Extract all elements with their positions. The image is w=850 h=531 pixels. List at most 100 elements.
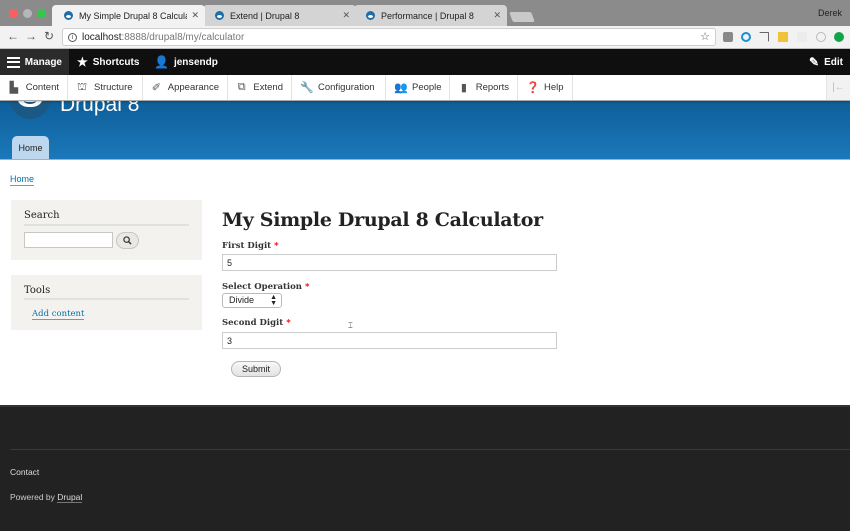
first-digit-label: First Digit *: [222, 241, 279, 251]
search-block: Search: [11, 200, 202, 260]
first-digit-label-text: First Digit: [222, 241, 272, 251]
page-title: My Simple Drupal 8 Calculator: [222, 209, 543, 231]
powered-by-text: Powered by: [10, 492, 58, 502]
new-tab-button[interactable]: [509, 12, 535, 22]
operation-select[interactable]: Divide ▲ ▼: [222, 293, 282, 308]
url-host: localhost: [82, 31, 122, 43]
tray-item-label: Reports: [475, 82, 509, 93]
second-digit-label: Second Digit *: [222, 318, 291, 328]
star-icon: ★: [77, 55, 88, 69]
toolbar-shortcuts[interactable]: ★ Shortcuts: [70, 49, 146, 75]
drupal-favicon-icon: [64, 11, 73, 20]
tray-orientation-toggle[interactable]: |←: [826, 75, 850, 100]
people-icon: 👥: [394, 82, 408, 94]
search-input[interactable]: [24, 232, 113, 248]
cast-icon[interactable]: [759, 32, 769, 42]
reports-icon: ▮: [460, 82, 467, 94]
toolbar-user-label: jensendp: [173, 56, 218, 68]
configuration-icon: 🔧: [300, 82, 314, 94]
tab-title: Performance | Drupal 8: [381, 10, 474, 21]
forward-arrow-icon[interactable]: →: [24, 29, 38, 43]
breadcrumb-home[interactable]: Home: [10, 174, 35, 186]
tray-item-label: Extend: [253, 82, 283, 93]
browser-tab-calculator[interactable]: My Simple Drupal 8 Calculator ✕: [52, 5, 205, 26]
structure-icon: ⛫: [76, 80, 88, 93]
bookmark-star-icon[interactable]: ☆: [700, 30, 710, 43]
add-content-link[interactable]: Add content: [32, 309, 85, 320]
pencil-icon: ✎: [809, 55, 820, 69]
required-marker: *: [274, 241, 279, 251]
window-close-button[interactable]: [9, 9, 18, 18]
toolbar-edit[interactable]: ✎ Edit: [802, 49, 850, 75]
address-bar[interactable]: i localhost:8888/drupal8/my/calculator ☆: [62, 28, 716, 46]
dots-ext-icon[interactable]: [816, 32, 826, 42]
tray-item-help[interactable]: ❓ Help: [518, 75, 573, 100]
tray-item-label: People: [412, 82, 442, 93]
tray-item-people[interactable]: 👥 People: [386, 75, 450, 100]
browser-tab-performance[interactable]: Performance | Drupal 8 ✕: [354, 5, 507, 26]
toolbar-shortcuts-label: Shortcuts: [92, 56, 140, 68]
drupal-favicon-icon: [215, 11, 224, 20]
drupal-link[interactable]: Drupal: [57, 492, 83, 503]
required-marker: *: [305, 282, 310, 292]
blank-ext-icon[interactable]: [797, 32, 807, 42]
tab-title: My Simple Drupal 8 Calculator: [79, 10, 187, 21]
search-button[interactable]: [116, 232, 139, 249]
toolbar-manage[interactable]: Manage: [0, 49, 69, 75]
operation-selected-value: Divide: [229, 295, 255, 305]
tray-item-structure[interactable]: ⛫ Structure: [68, 75, 143, 100]
tab-close-icon[interactable]: ✕: [191, 10, 199, 21]
window-minimize-button[interactable]: [23, 9, 32, 18]
tab-close-icon[interactable]: ✕: [493, 10, 501, 21]
browser-tab-extend[interactable]: Extend | Drupal 8 ✕: [203, 5, 356, 26]
text-cursor-icon: ⌶: [348, 321, 353, 330]
footer-divider: [10, 449, 850, 450]
window-maximize-button[interactable]: [37, 9, 46, 18]
help-icon: ❓: [526, 82, 540, 94]
circle-o-icon[interactable]: [741, 32, 751, 42]
tray-item-extend[interactable]: ⧉ Extend: [228, 75, 292, 100]
reload-icon[interactable]: ↻: [42, 29, 56, 43]
site-name[interactable]: Drupal 8: [60, 101, 139, 117]
powered-by: Powered by Drupal: [10, 492, 83, 503]
content-icon: ▙: [9, 82, 19, 94]
contact-link[interactable]: Contact: [10, 467, 39, 477]
browser-tab-bar: My Simple Drupal 8 Calculator ✕ Extend |…: [0, 0, 850, 26]
tab-title: Extend | Drupal 8: [230, 10, 300, 21]
tray-item-label: Structure: [94, 82, 133, 93]
site-header: Drupal 8 Home: [0, 101, 850, 160]
admin-tray: ▙ Content ⛫ Structure ✐ Appearance ⧉ Ext…: [0, 75, 850, 101]
tools-block-title: Tools: [24, 285, 51, 296]
extend-icon: ⧉: [237, 81, 246, 93]
toolbar-user[interactable]: 👤 jensendp: [147, 49, 225, 75]
tray-item-reports[interactable]: ▮ Reports: [450, 75, 518, 100]
drupal-logo-icon[interactable]: [10, 101, 50, 119]
back-arrow-icon[interactable]: ←: [6, 29, 20, 43]
user-icon: 👤: [154, 55, 169, 69]
search-block-title: Search: [24, 210, 60, 221]
note-icon[interactable]: [723, 32, 733, 42]
tab-close-icon[interactable]: ✕: [342, 10, 350, 21]
site-footer: Contact Powered by Drupal: [0, 405, 850, 531]
second-digit-input[interactable]: [222, 332, 557, 349]
tray-item-label: Appearance: [167, 82, 219, 93]
info-icon[interactable]: i: [68, 32, 77, 42]
tray-item-configuration[interactable]: 🔧 Configuration: [292, 75, 386, 100]
first-digit-input[interactable]: [222, 254, 557, 271]
collapse-arrow-icon: |←: [832, 82, 845, 93]
primary-nav-home[interactable]: Home: [12, 136, 49, 159]
appearance-icon: ✐: [151, 82, 161, 94]
tray-item-content[interactable]: ▙ Content: [0, 75, 68, 100]
profile-name[interactable]: Derek: [818, 8, 842, 18]
divider: [24, 224, 189, 226]
admin-toolbar: Manage ★ Shortcuts 👤 jensendp ✎ Edit: [0, 49, 850, 75]
drupal-favicon-icon: [366, 11, 375, 20]
second-digit-label-text: Second Digit: [222, 318, 284, 328]
tray-item-appearance[interactable]: ✐ Appearance: [143, 75, 228, 100]
submit-button[interactable]: Submit: [231, 361, 281, 377]
toolbar-edit-label: Edit: [824, 56, 843, 68]
hamburger-icon: [7, 56, 20, 68]
green-upload-icon[interactable]: [834, 32, 844, 42]
yellow-ext-icon[interactable]: [778, 32, 788, 42]
operation-label-text: Select Operation: [222, 282, 302, 292]
